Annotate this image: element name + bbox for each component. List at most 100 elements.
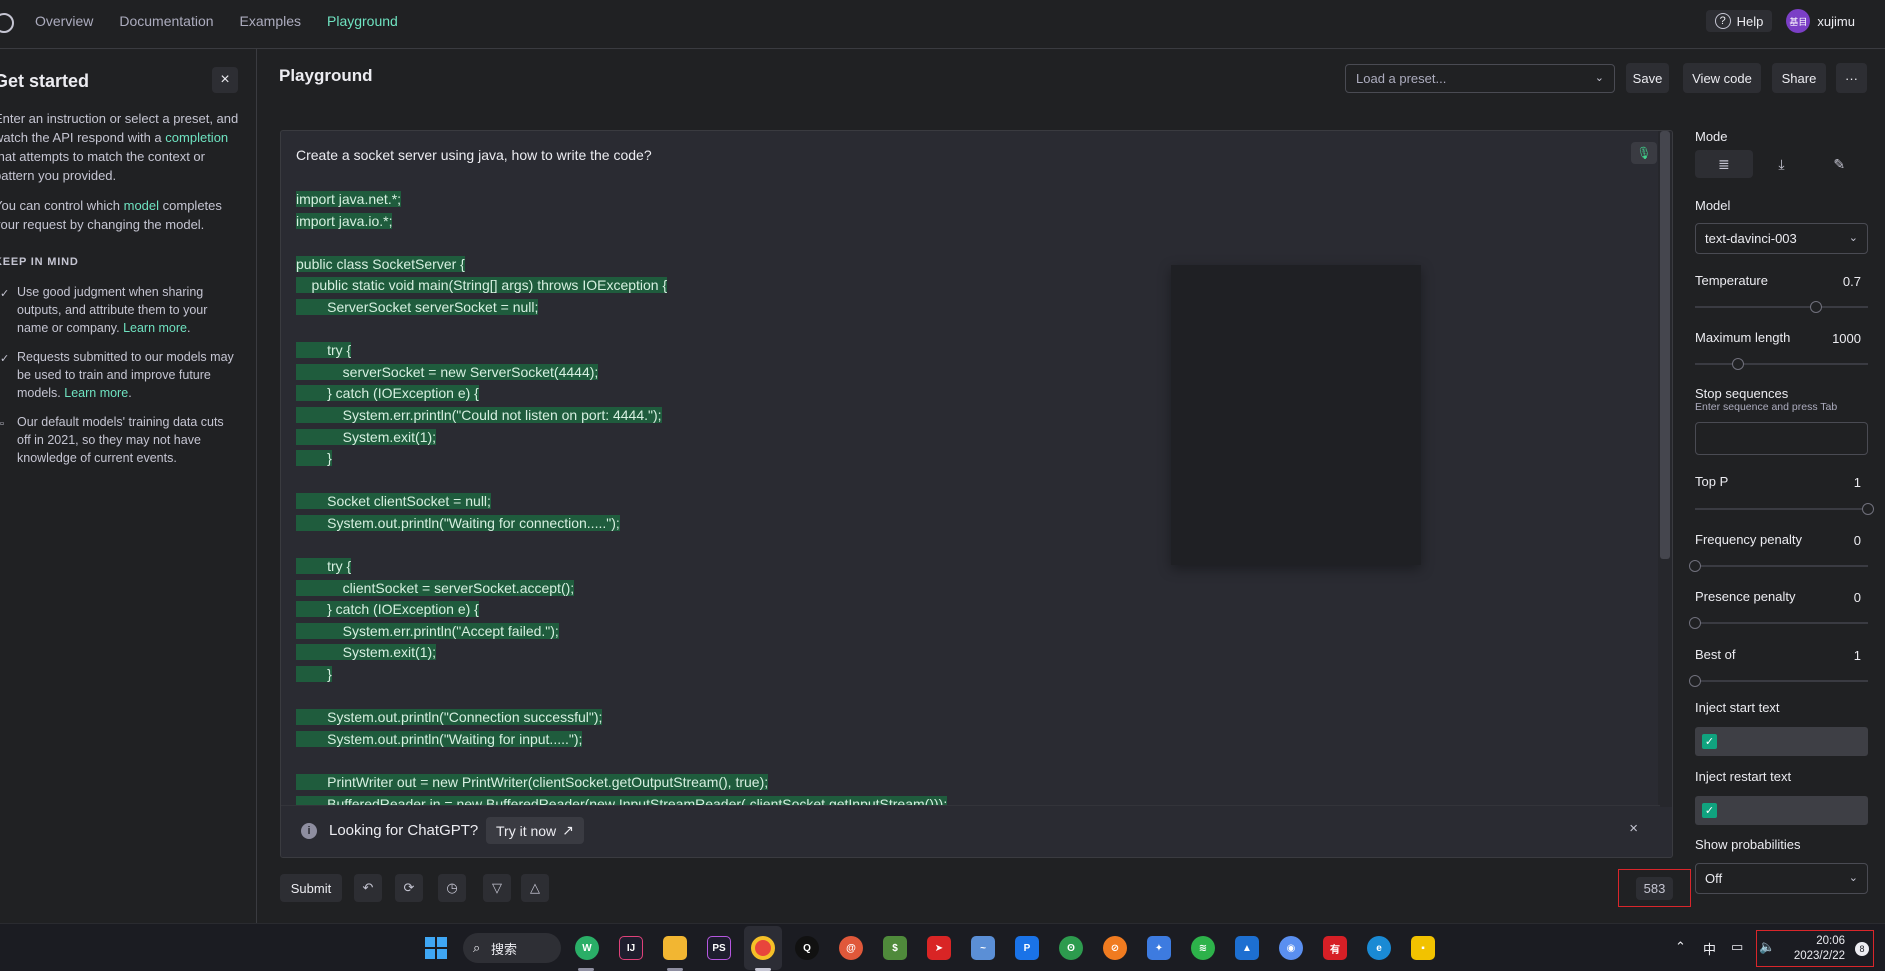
folder-icon[interactable] [663, 936, 687, 960]
preset-select[interactable]: Load a preset... ⌄ [1345, 64, 1615, 93]
try-it-now-button[interactable]: Try it now ↗ [486, 817, 584, 844]
username: xujimu [1817, 13, 1855, 29]
inject-start-field[interactable]: ✓ [1695, 727, 1868, 756]
model-value: text-davinci-003 [1705, 231, 1797, 246]
more-options-button[interactable]: ··· [1836, 63, 1867, 93]
code-line-text: serverSocket = new ServerSocket(4444); [296, 363, 599, 380]
map-pin-icon[interactable]: ◉ [1279, 936, 1303, 960]
notification-badge[interactable]: 8 [1855, 942, 1869, 956]
prompt-editor[interactable]: Create a socket server using java, how t… [280, 130, 1673, 858]
youdao-icon[interactable]: 有 [1323, 936, 1347, 960]
thumbs-down-icon[interactable]: ▽ [483, 874, 511, 902]
code-line-text: Socket clientSocket = null; [296, 493, 491, 510]
inject-restart-checkbox[interactable]: ✓ [1702, 803, 1717, 818]
inject-start-label: Inject start text [1695, 700, 1780, 715]
monitor-icon[interactable]: ▭ [1731, 939, 1743, 955]
view-code-button[interactable]: View code [1683, 63, 1761, 93]
slider-thumb[interactable] [1689, 617, 1701, 629]
frequency-penalty-slider[interactable] [1689, 560, 1868, 572]
undo-icon[interactable]: ↶ [354, 874, 382, 902]
share-button[interactable]: Share [1772, 63, 1826, 93]
windows-start-icon[interactable] [425, 937, 447, 959]
send-icon[interactable]: ➤ [927, 936, 951, 960]
max-length-slider[interactable] [1695, 358, 1868, 370]
speaker-icon[interactable]: 🔈 [1759, 939, 1775, 955]
slider-thumb[interactable] [1732, 358, 1745, 370]
submit-button[interactable]: Submit [280, 874, 342, 902]
temperature-slider[interactable] [1695, 301, 1868, 313]
learn-more-link[interactable]: Learn more [64, 386, 128, 400]
inject-start-checkbox[interactable]: ✓ [1702, 734, 1717, 749]
openai-logo-icon[interactable] [0, 13, 14, 33]
code-line-text: try { [296, 342, 352, 359]
close-panel-button[interactable]: × [212, 67, 238, 93]
p-app-icon[interactable]: P [1015, 936, 1039, 960]
insert-mode-icon[interactable]: ⤓ [1753, 150, 1811, 178]
taskbar-search[interactable]: ⌕ 搜索 [463, 933, 561, 963]
code-line: System.exit(1); [296, 642, 1596, 664]
nav-documentation[interactable]: Documentation [119, 13, 213, 29]
snail-icon[interactable]: @ [839, 936, 863, 960]
intellij-icon[interactable]: IJ [619, 936, 643, 960]
slider-thumb[interactable] [1689, 675, 1701, 687]
chevron-up-icon[interactable]: ⌃ [1675, 939, 1686, 955]
scroll-thumb[interactable] [1660, 131, 1670, 559]
microphone-icon[interactable]: 🎙 [1631, 142, 1657, 164]
bird-icon[interactable]: ✦ [1147, 936, 1171, 960]
money-icon[interactable]: $ [883, 936, 907, 960]
code-line-text: } catch (IOException e) { [296, 601, 479, 618]
thumbs-up-icon[interactable]: △ [521, 874, 549, 902]
banner-text: Looking for ChatGPT? [329, 822, 479, 839]
slider-thumb[interactable] [1862, 503, 1874, 515]
save-button[interactable]: Save [1626, 63, 1669, 93]
calendar-icon: ▫ [0, 418, 4, 430]
history-icon[interactable]: ◷ [438, 874, 466, 902]
complete-mode-icon[interactable]: ≣ [1695, 150, 1753, 178]
sticky-notes-icon[interactable]: ▪ [1411, 936, 1435, 960]
token-count: 583 [1618, 869, 1691, 907]
edit-mode-icon[interactable]: ✎ [1810, 150, 1868, 178]
clock-area[interactable]: 🔈 20:06 2023/2/22 8 [1756, 930, 1874, 967]
checkmark-icon: ✓ [0, 353, 9, 365]
slider-thumb[interactable] [1689, 560, 1701, 572]
wechat-icon[interactable]: W [575, 936, 599, 960]
inject-restart-field[interactable]: ✓ [1695, 796, 1868, 825]
nav-examples[interactable]: Examples [240, 13, 301, 29]
frog-icon[interactable]: ʘ [1059, 936, 1083, 960]
max-length-value: 1000 [1832, 331, 1861, 346]
regenerate-icon[interactable]: ⟳ [395, 874, 423, 902]
shark-icon[interactable]: ▲ [1235, 936, 1259, 960]
presence-penalty-slider[interactable] [1689, 617, 1868, 629]
bullet-text: Our default models' training data cuts o… [17, 415, 224, 465]
photos-icon[interactable]: ~ [971, 936, 995, 960]
stop-sequences-input[interactable] [1695, 422, 1868, 455]
model-link[interactable]: model [124, 198, 159, 213]
presence-penalty-value: 0 [1853, 590, 1861, 605]
close-banner-button[interactable]: × [1629, 820, 1638, 837]
frequency-penalty-value: 0 [1853, 533, 1861, 548]
chrome-icon[interactable] [751, 936, 775, 960]
slider-thumb[interactable] [1810, 301, 1823, 313]
learn-more-link[interactable]: Learn more [123, 321, 187, 335]
help-button[interactable]: ? Help [1705, 10, 1773, 32]
completion-link[interactable]: completion [165, 130, 228, 145]
nav-overview[interactable]: Overview [35, 13, 93, 29]
qq-icon[interactable]: Q [795, 936, 819, 960]
clock: 20:06 2023/2/22 [1794, 934, 1845, 964]
chevron-down-icon: ⌄ [1848, 872, 1858, 884]
code-line-text: PrintWriter out = new PrintWriter(client… [296, 774, 769, 791]
model-select[interactable]: text-davinci-003 ⌄ [1695, 223, 1868, 254]
user-menu[interactable]: 基目 xujimu [1786, 9, 1855, 33]
best-of-slider[interactable] [1689, 675, 1868, 687]
download-icon[interactable]: ≋ [1191, 936, 1215, 960]
postman-icon[interactable]: ⊘ [1103, 936, 1127, 960]
code-line-text: } [296, 450, 332, 467]
edge-icon[interactable]: e [1367, 936, 1391, 960]
code-line-text: public static void main(String[] args) t… [296, 277, 668, 294]
show-probabilities-select[interactable]: Off ⌄ [1695, 863, 1868, 894]
ime-indicator[interactable]: 中 [1703, 939, 1716, 958]
editor-scrollbar[interactable] [1658, 131, 1672, 807]
phpstorm-icon[interactable]: PS [707, 936, 731, 960]
nav-playground[interactable]: Playground [327, 13, 398, 29]
top-p-slider[interactable] [1695, 503, 1874, 515]
